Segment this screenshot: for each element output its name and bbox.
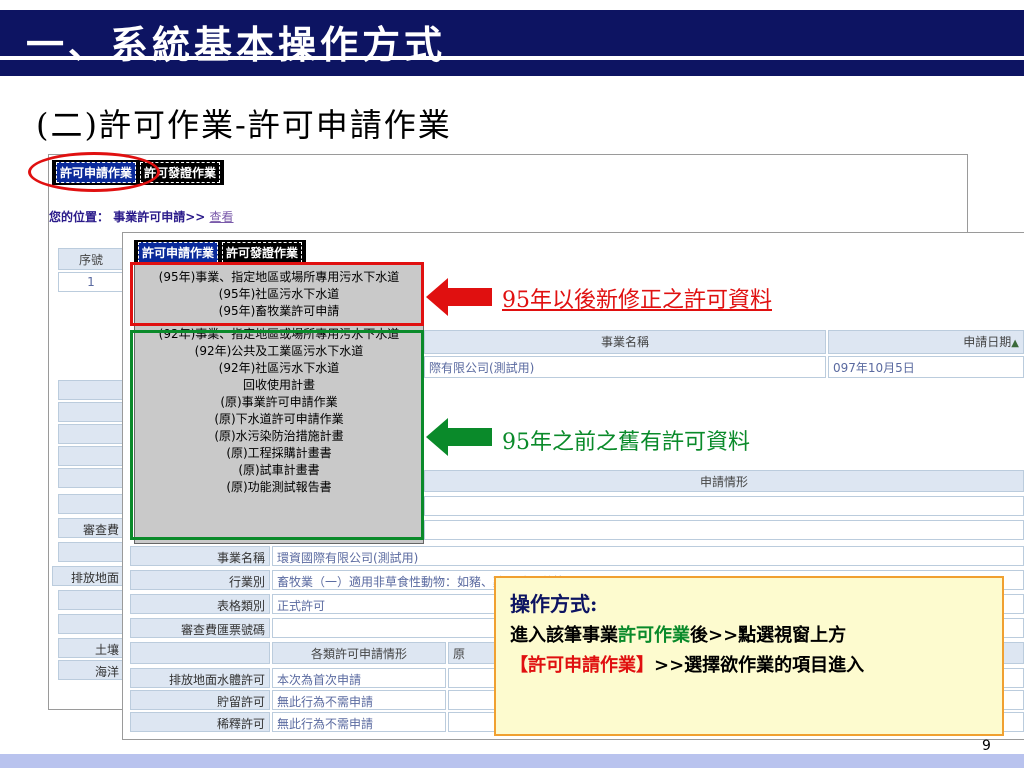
back-label-discharge: 排放地面 — [52, 566, 124, 586]
instructions-text-1: 進入該筆事業 — [510, 625, 618, 646]
col-apply-date[interactable]: 申請日期▲ — [828, 330, 1024, 354]
new-data-highlight-box — [130, 262, 424, 326]
field-blank-2 — [424, 520, 1024, 540]
instructions-text-2: 後>>點選視窗上方 — [690, 625, 847, 646]
front-tab-permit-issue[interactable]: 許可發證作業 — [222, 242, 303, 263]
red-arrow-left-icon — [426, 278, 492, 316]
new-data-note: 95年以後新修正之許可資料 — [502, 288, 772, 313]
field-form-type-label: 表格類別 — [130, 594, 270, 614]
back-row-blank-5 — [58, 468, 124, 488]
field-business-name-value: 環資國際有限公司(測試用) — [272, 546, 1024, 566]
back-row-blank-3 — [58, 424, 124, 444]
slide-title: 一、系統基本操作方式 — [26, 22, 447, 67]
slide-subtitle: (二)許可作業-許可申請作業 — [36, 106, 452, 144]
instructions-title: 操作方式: — [510, 592, 598, 616]
back-row-blank-2 — [58, 402, 124, 422]
field-business-name-label: 事業名稱 — [130, 546, 270, 566]
field-industry-label: 行業別 — [130, 570, 270, 590]
permit-row-label: 貯留許可 — [130, 690, 270, 710]
breadcrumb-path: 事業許可申請>> — [113, 210, 206, 224]
footer-strip — [0, 754, 1024, 768]
back-row-blank-7 — [58, 542, 124, 562]
section-each-permit: 各類許可申請情形 — [272, 642, 446, 664]
back-row-blank-8 — [58, 590, 124, 610]
old-data-note: 95年之前之舊有許可資料 — [502, 430, 750, 455]
back-row-blank-9 — [58, 614, 124, 634]
back-label-review-fee: 審查費 — [58, 518, 124, 538]
front-tab-permit-apply[interactable]: 許可申請作業 — [138, 242, 219, 263]
back-row-seq[interactable]: 1 — [58, 272, 124, 292]
permit-row-label: 排放地面水體許可 — [130, 668, 270, 688]
breadcrumb-link-view[interactable]: 查看 — [210, 210, 234, 224]
instructions-text-3: >>選擇欲作業的項目進入 — [654, 655, 865, 676]
sort-ascending-icon: ▲ — [1011, 338, 1019, 349]
col-business-name[interactable]: 事業名稱 — [424, 330, 826, 354]
row-apply-date[interactable]: 097年10月5日 — [828, 356, 1024, 378]
green-arrow-left-icon — [426, 418, 492, 456]
permit-row-value: 無此行為不需申請 — [272, 690, 446, 710]
section-apply-status: 申請情形 — [424, 470, 1024, 492]
field-blank-1 — [424, 496, 1024, 516]
row-business-name[interactable]: 際有限公司(測試用) — [424, 356, 826, 378]
back-row-blank-6 — [58, 494, 124, 514]
back-row-blank-1 — [58, 380, 124, 400]
instructions-permit-apply: 【許可申請作業】 — [510, 655, 654, 676]
field-fee-no-label: 審查費匯票號碼 — [130, 618, 270, 638]
permit-header-blank — [130, 642, 270, 664]
back-label-soil: 土壤 — [58, 638, 124, 658]
permit-row-label: 稀釋許可 — [130, 712, 270, 732]
back-header-seq: 序號 — [58, 248, 124, 270]
col-apply-date-label: 申請日期 — [963, 335, 1012, 349]
instructions-body: 進入該筆事業許可作業後>>點選視窗上方【許可申請作業】>>選擇欲作業的項目進入 — [510, 621, 988, 681]
old-data-highlight-box — [130, 330, 424, 540]
breadcrumb-label: 您的位置： — [49, 210, 110, 224]
back-label-ocean: 海洋 — [58, 660, 124, 680]
permit-row-value: 無此行為不需申請 — [272, 712, 446, 732]
permit-row-value: 本次為首次申請 — [272, 668, 446, 688]
instructions-box: 操作方式: 進入該筆事業許可作業後>>點選視窗上方【許可申請作業】>>選擇欲作業… — [494, 576, 1004, 736]
page-number: 9 — [982, 738, 991, 754]
back-row-blank-4 — [58, 446, 124, 466]
tab-highlight-ellipse — [28, 152, 160, 192]
breadcrumb: 您的位置： 事業許可申請>> 查看 — [49, 208, 234, 225]
instructions-permit-work: 許可作業 — [618, 625, 690, 646]
